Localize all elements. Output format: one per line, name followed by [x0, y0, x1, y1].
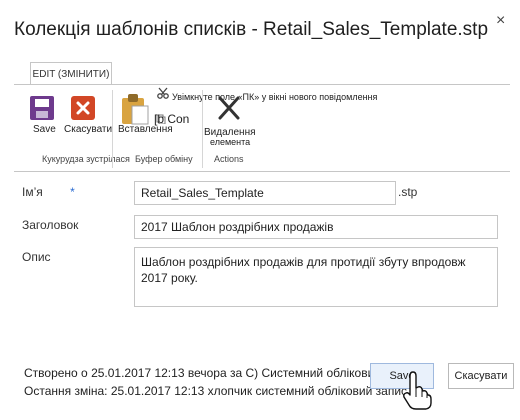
- delete-label-line2: елемента: [210, 137, 251, 147]
- created-text: Створено о 25.01.2017 12:13 вечора за С)…: [24, 366, 416, 380]
- modified-text: Остання зміна: 25.01.2017 12:13 хлопчик …: [24, 384, 408, 398]
- name-input[interactable]: Retail_Sales_Template: [134, 181, 396, 205]
- commit-group-label: Кукурудза зустрілася: [42, 154, 130, 164]
- dialog-title: Колекція шаблонів списків - Retail_Sales…: [14, 19, 489, 40]
- required-marker: *: [70, 185, 75, 199]
- tab-edit[interactable]: EDIT (ЗМІНИТИ): [30, 62, 112, 85]
- name-label-text: Ім’я: [22, 185, 43, 199]
- cancel-button[interactable]: Скасувати: [448, 363, 514, 389]
- paste-ribbon-button[interactable]: [118, 92, 152, 126]
- cut-icon[interactable]: [156, 86, 170, 100]
- save-ribbon-button[interactable]: [28, 94, 56, 128]
- description-text: Шаблон роздрібних продажів для протидії …: [141, 255, 466, 285]
- ribbon-separator: [202, 90, 203, 168]
- clipboard-group-label: Буфер обміну: [135, 154, 193, 164]
- cancel-ribbon-label: Скасувати: [64, 124, 113, 135]
- description-field-label: Опис: [22, 250, 51, 264]
- save-icon: [30, 96, 54, 120]
- title-field-label: Заголовок: [22, 218, 79, 232]
- cancel-ribbon-button[interactable]: [69, 94, 97, 128]
- delete-item-button[interactable]: [214, 92, 244, 124]
- paste-icon: [122, 94, 149, 125]
- name-field-label: Ім’я *: [22, 185, 75, 199]
- cancel-icon: [71, 96, 95, 120]
- hand-cursor-icon: [402, 370, 432, 410]
- title-input[interactable]: 2017 Шаблон роздрібних продажів: [134, 215, 498, 239]
- delete-icon: [218, 96, 240, 120]
- close-icon[interactable]: ×: [496, 12, 505, 30]
- actions-group-label: Actions: [214, 154, 244, 164]
- copy-label[interactable]: [b Con: [154, 112, 189, 126]
- save-ribbon-label: Save: [33, 124, 56, 135]
- description-textarea[interactable]: Шаблон роздрібних продажів для протидії …: [134, 247, 498, 307]
- name-suffix: .stp: [398, 185, 418, 199]
- ribbon-separator: [112, 90, 113, 168]
